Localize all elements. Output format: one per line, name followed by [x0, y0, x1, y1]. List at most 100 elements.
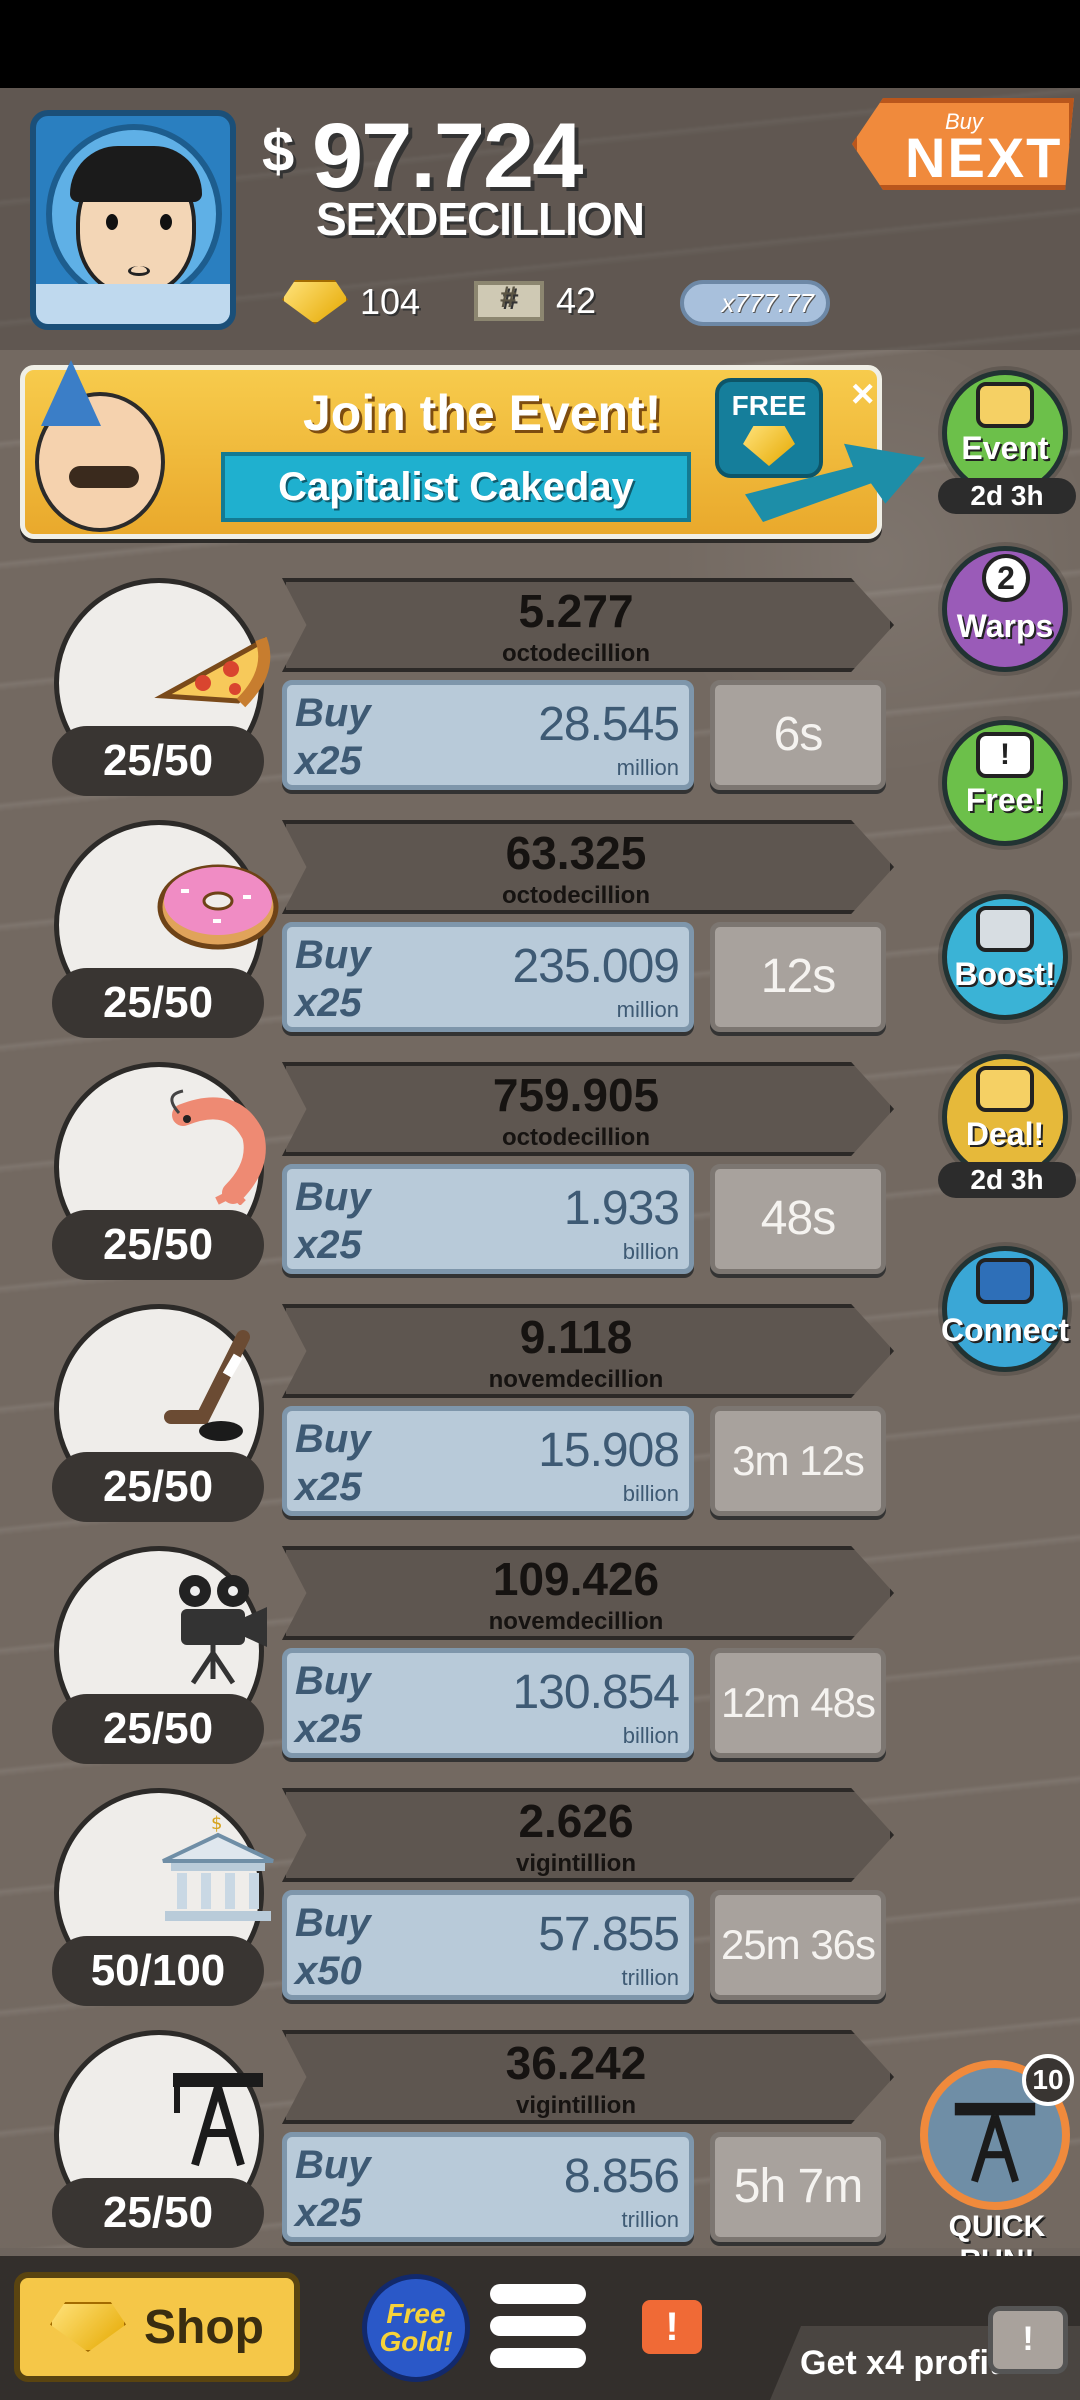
mascot-icon [35, 360, 165, 532]
buy-quantity: x25 [295, 1707, 362, 1751]
business-count: 25/50 [52, 1210, 264, 1280]
gold-icon [50, 2302, 126, 2352]
buy-label: Buy [295, 1417, 371, 1461]
mouth [128, 266, 150, 276]
revenue-bar[interactable]: 109.426 novemdecillion [282, 1546, 894, 1640]
donut-icon [157, 864, 279, 950]
cost-unit: trillion [621, 1965, 679, 1990]
business-row: 25/50 63.325 octodecillion Buy x25 235.0… [0, 820, 900, 1060]
buy-button[interactable]: Buy x25 1.933 billion [282, 1164, 694, 1274]
cycle-timer: 12m 48s [710, 1648, 886, 1758]
revenue-unit: novemdecillion [488, 1608, 664, 1635]
hockey-icon [164, 1330, 250, 1441]
revenue-bar[interactable]: 2.626 vigintillion [282, 1788, 894, 1882]
event-banner[interactable]: Join the Event! Capitalist Cakeday FREE … [20, 360, 925, 539]
revenue-unit: octodecillion [501, 640, 650, 667]
mega-ticket-count: 42 [556, 280, 597, 321]
cost-unit: million [616, 755, 679, 780]
buy-quantity: x50 [295, 1949, 362, 1993]
cake-icon [976, 382, 1034, 428]
revenue-unit: octodecillion [501, 882, 650, 909]
gift-icon [976, 1066, 1034, 1112]
cost-unit: trillion [621, 2207, 679, 2232]
buy-button[interactable]: Buy x25 130.854 billion [282, 1648, 694, 1758]
event-subtitle: Capitalist Cakeday [221, 452, 691, 522]
cost-value: 130.854 [512, 1666, 680, 1719]
cost-value: 235.009 [512, 940, 680, 993]
revenue-bar[interactable]: 9.118 novemdecillion [282, 1304, 894, 1398]
free-button[interactable]: ! Free! [938, 720, 1072, 852]
multiplier-counter[interactable]: x777.77 [680, 280, 830, 326]
revenue-unit: octodecillion [501, 1124, 650, 1151]
business-row: 25/50 9.118 novemdecillion Buy x25 15.90… [0, 1304, 900, 1544]
tv-icon[interactable]: ! [988, 2306, 1068, 2374]
shop-button[interactable]: Shop [14, 2272, 300, 2382]
buy-button[interactable]: Buy x25 28.545 million [282, 680, 694, 790]
free-gold-line2: Gold! [379, 2326, 453, 2357]
cost-value: 1.933 [563, 1182, 680, 1235]
tv-icon: ! [976, 732, 1034, 778]
connect-button[interactable]: Connect [938, 1246, 1072, 1378]
buy-button[interactable]: Buy x25 15.908 billion [282, 1406, 694, 1516]
business-count: 25/50 [52, 968, 264, 1038]
revenue-value: 5.277 [518, 585, 634, 637]
menu-line [490, 2284, 586, 2304]
revenue-bar[interactable]: 759.905 octodecillion [282, 1062, 894, 1156]
event-badge-button[interactable]: Event 2d 3h [938, 370, 1076, 514]
cost-value: 8.856 [563, 2150, 680, 2203]
revenue-unit: vigintillion [516, 2092, 636, 2119]
buy-next-big: NEXT [905, 126, 1063, 189]
shop-label: Shop [144, 2300, 264, 2354]
buy-quantity: x25 [295, 1223, 362, 1267]
business-row: 25/50 759.905 octodecillion Buy x25 1.93… [0, 1062, 900, 1302]
quick-run-button[interactable]: 10 QUICK RUN! [920, 2054, 1074, 2277]
free-gold-button[interactable]: Free Gold! [362, 2274, 470, 2382]
cycle-timer: 6s [710, 680, 886, 790]
buy-button[interactable]: Buy x50 57.855 trillion [282, 1890, 694, 2000]
avatar[interactable] [30, 110, 236, 330]
buy-next-button[interactable]: Buy NEXT [852, 98, 1074, 190]
free-badge: FREE [715, 378, 823, 478]
cost-value: 57.855 [538, 1908, 680, 1961]
cost-unit: billion [622, 1239, 679, 1264]
multiplier-pill[interactable]: x777.77 [680, 280, 830, 326]
business-row: 25/50 109.426 novemdecillion Buy x25 130… [0, 1546, 900, 1786]
close-icon[interactable]: × [851, 372, 874, 417]
business-count: 25/50 [52, 1452, 264, 1522]
oil-rig-icon [173, 2073, 263, 2167]
pizza-icon [154, 636, 271, 708]
cost-value: 15.908 [538, 1424, 680, 1477]
boost-label: Boost! [954, 956, 1056, 992]
warps-count: 2 [982, 554, 1030, 602]
boost-button[interactable]: Boost! [938, 894, 1072, 1026]
business-count: 25/50 [52, 1694, 264, 1764]
event-title: Join the Event! [303, 385, 662, 441]
profit-label: Get x4 profit! [800, 2344, 1012, 2382]
buy-button[interactable]: Buy x25 235.009 million [282, 922, 694, 1032]
cycle-timer: 25m 36s [710, 1890, 886, 2000]
revenue-bar[interactable]: 5.277 octodecillion [282, 578, 894, 672]
buy-button[interactable]: Buy x25 8.856 trillion [282, 2132, 694, 2242]
status-bar [0, 0, 1080, 88]
buy-label: Buy [295, 2143, 371, 2187]
free-badge-label: Free! [965, 782, 1045, 818]
revenue-bar[interactable]: 36.242 vigintillion [282, 2030, 894, 2124]
revenue-unit: vigintillion [516, 1850, 636, 1877]
deal-label: Deal! [965, 1116, 1045, 1152]
buy-label: Buy [295, 1659, 371, 1703]
multiplier-value: x777.77 [721, 287, 814, 318]
business-row: 25/50 5.277 octodecillion Buy x25 28.545… [0, 578, 900, 818]
revenue-value: 9.118 [519, 1311, 633, 1363]
buy-label: Buy [295, 1175, 371, 1219]
revenue-bar[interactable]: 63.325 octodecillion [282, 820, 894, 914]
warps-label: Warps [956, 608, 1054, 644]
movie-camera-icon [179, 1575, 267, 1685]
alert-icon[interactable]: ! [642, 2300, 702, 2354]
warps-button[interactable]: 2 Warps [938, 546, 1072, 678]
free-gold-line1: Free [386, 2298, 446, 2329]
buy-quantity: x25 [295, 1465, 362, 1509]
menu-icon[interactable] [490, 2284, 586, 2370]
suit [36, 284, 230, 324]
cycle-timer: 48s [710, 1164, 886, 1274]
deal-button[interactable]: Deal! 2d 3h [938, 1054, 1076, 1198]
